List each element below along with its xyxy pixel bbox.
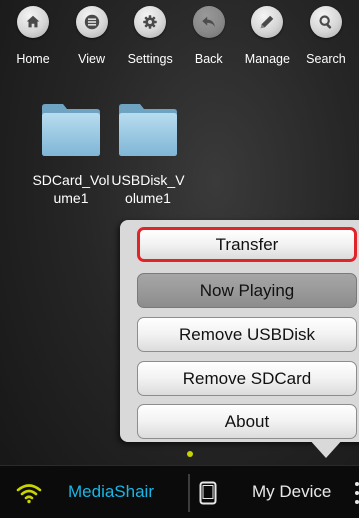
folder-usbdisk[interactable]: USBDisk_Volume1 (111, 97, 185, 207)
list-icon (75, 6, 108, 38)
now-playing-button[interactable]: Now Playing (137, 273, 357, 308)
home-button[interactable]: Home (4, 6, 62, 84)
settings-label: Settings (127, 52, 173, 66)
tab-divider (188, 474, 190, 512)
back-arrow-icon (192, 6, 225, 38)
more-icon[interactable] (354, 480, 359, 506)
search-button[interactable]: Search (297, 6, 355, 84)
back-button[interactable]: Back (180, 6, 238, 84)
manage-label: Manage (244, 52, 290, 66)
folder-icon (119, 104, 177, 156)
home-label: Home (16, 52, 50, 66)
folder-name: SDCard_Volume1 (32, 172, 110, 206)
settings-button[interactable]: Settings (121, 6, 179, 84)
back-label: Back (194, 52, 223, 66)
popup-pointer (308, 438, 344, 458)
about-button[interactable]: About (137, 404, 357, 439)
search-icon (309, 6, 342, 38)
top-toolbar: Home View Settings Back Manage Search (0, 0, 359, 84)
view-label: View (78, 52, 106, 66)
wifi-icon (16, 484, 42, 504)
home-icon (17, 6, 49, 38)
phone-icon (199, 481, 217, 505)
tab-mediashair[interactable]: MediaShair (68, 482, 154, 502)
folder-icon (42, 104, 100, 156)
folder-sdcard[interactable]: SDCard_Volume1 (32, 97, 110, 207)
search-label: Search (306, 52, 346, 66)
manage-button[interactable]: Manage (238, 6, 296, 84)
view-button[interactable]: View (63, 6, 121, 84)
transfer-button[interactable]: Transfer (137, 227, 357, 262)
tab-my-device[interactable]: My Device (252, 482, 331, 502)
remove-sdcard-button[interactable]: Remove SDCard (137, 361, 357, 396)
remove-usbdisk-button[interactable]: Remove USBDisk (137, 317, 357, 352)
gear-icon (134, 6, 167, 38)
pencil-icon (251, 6, 284, 38)
page-indicator-dot (187, 451, 193, 457)
folder-name: USBDisk_Volume1 (111, 172, 185, 206)
bottom-tab-bar: MediaShair My Device (0, 465, 359, 518)
